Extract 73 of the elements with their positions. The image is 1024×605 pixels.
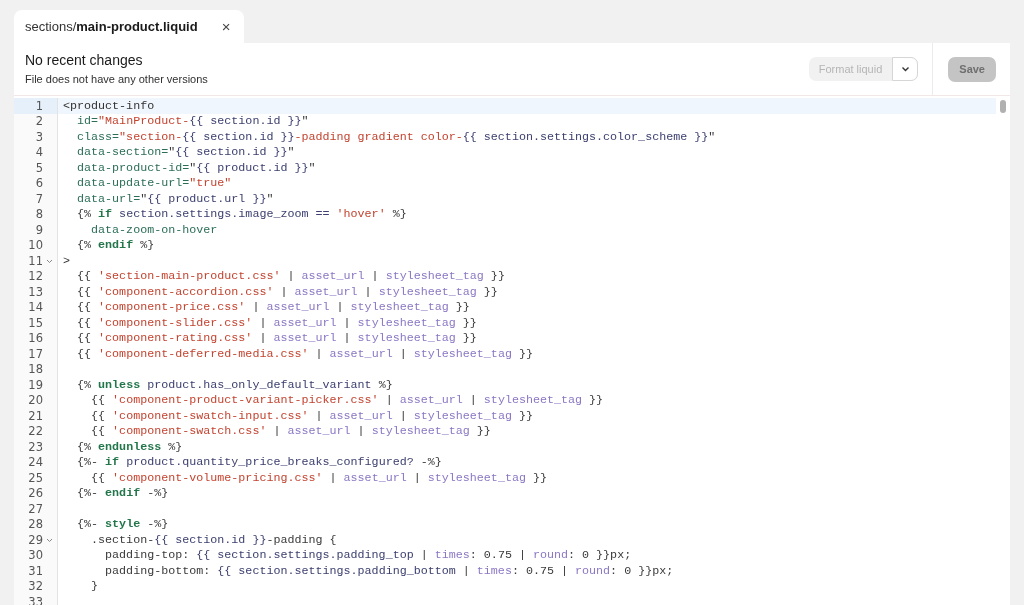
line-number: 14 [28, 300, 43, 315]
code-line: {{ 'component-volume-pricing.css' | asset_url | stylesheet_tag }} [90, 470, 547, 485]
code-line: {{ 'component-deferred-media.css' | asset_url | stylesheet_tag }} [76, 346, 533, 361]
line-number: 28 [28, 517, 43, 532]
scrollbar-thumb[interactable] [1000, 100, 1006, 113]
code-line: padding-top: {{ section.settings.padding_top | times: 0.75 | round: 0 }}px; [104, 548, 632, 563]
line-number: 25 [28, 470, 43, 485]
line-number: 13 [28, 284, 43, 299]
code-line: {%- endif -%} [76, 486, 169, 501]
code-line: {{ 'component-swatch-input.css' | asset_url | stylesheet_tag }} [90, 408, 533, 423]
code-line: {%- style -%} [76, 517, 169, 532]
status-subtitle: File does not have any other versions [25, 73, 209, 85]
tab-title: sections/main-product.liquid [25, 19, 198, 34]
code-line: {{ 'component-product-variant-picker.css' | asset_url | stylesheet_tag }} [90, 393, 604, 408]
line-number: 5 [35, 160, 43, 175]
line-number: 4 [35, 145, 43, 160]
code-line: data-update-url="true" [76, 176, 232, 191]
line-number: 17 [28, 346, 43, 361]
line-number: 18 [28, 362, 43, 377]
fold-chevron-icon[interactable] [46, 259, 53, 264]
code-line: {{ 'component-slider.css' | asset_url | stylesheet_tag }} [76, 315, 477, 330]
line-number: 11 [28, 253, 43, 268]
line-number: 16 [28, 331, 43, 346]
file-tab[interactable]: sections/main-product.liquid × [14, 10, 245, 43]
code-line: {{ 'component-accordion.css' | asset_url | stylesheet_tag }} [76, 284, 498, 299]
line-number: 30 [28, 548, 43, 563]
code-line: id="MainProduct-{{ section.id }}" [76, 114, 309, 129]
code-line: class="section-{{ section.id }}-padding gradient color-{{ section.settings.color_scheme }}" [76, 129, 716, 144]
line-number: 32 [28, 579, 43, 594]
code-line: {% unless product.has_only_default_variant %} [76, 377, 393, 392]
code-line: data-url="{{ product.url }}" [76, 191, 274, 206]
line-number: 21 [28, 408, 43, 423]
line-number: 9 [35, 222, 43, 237]
code-line: padding-bottom: {{ section.settings.padding_bottom | times: 0.75 | round: 0 }}px; [104, 563, 674, 578]
code-line: {%- if product.quantity_price_breaks_configured? -%} [76, 455, 442, 470]
line-number: 10 [28, 238, 43, 253]
code-line: <product-info [62, 98, 155, 113]
line-number: 20 [28, 393, 43, 408]
code-line: .section-{{ section.id }}-padding { [90, 532, 337, 547]
close-button[interactable]: × [219, 18, 233, 35]
code-line: {{ 'component-price.css' | asset_url | stylesheet_tag }} [76, 300, 470, 315]
code-line: {{ 'component-swatch.css' | asset_url | stylesheet_tag }} [90, 424, 491, 439]
code-line: data-product-id="{{ product.id }}" [76, 160, 316, 175]
line-number: 24 [28, 455, 43, 470]
code-line: {% endif %} [76, 238, 155, 253]
line-number: 8 [35, 207, 43, 222]
line-number: 29 [28, 532, 43, 547]
line-number: 26 [28, 486, 43, 501]
code-line: data-zoom-on-hover [90, 222, 218, 237]
line-number: 27 [28, 501, 43, 516]
line-number: 33 [28, 594, 43, 605]
code-line: > [62, 253, 70, 268]
line-number: 23 [28, 439, 43, 454]
line-number: 12 [28, 269, 43, 284]
line-number: 31 [28, 563, 43, 578]
line-number: 3 [35, 129, 43, 144]
code-line: data-section="{{ section.id }}" [76, 145, 295, 160]
code-line: {% endunless %} [76, 439, 183, 454]
fold-chevron-icon[interactable] [46, 538, 53, 543]
line-number: 2 [35, 114, 43, 129]
code-line: {% if section.settings.image_zoom == 'hover' %} [76, 207, 407, 222]
line-number: 15 [28, 315, 43, 330]
code-line: } [90, 579, 99, 594]
code-line: {{ 'component-rating.css' | asset_url | stylesheet_tag }} [76, 331, 477, 346]
code-line: {{ 'section-main-product.css' | asset_url | stylesheet_tag }} [76, 269, 505, 284]
line-number: 7 [35, 191, 43, 206]
chevron-down-icon [900, 66, 910, 72]
status-title: No recent changes [25, 52, 144, 68]
line-number: 1 [35, 98, 43, 113]
line-number: 22 [28, 424, 43, 439]
line-number: 6 [35, 176, 43, 191]
format-dropdown-button[interactable] [892, 57, 919, 81]
line-number: 19 [28, 377, 43, 392]
